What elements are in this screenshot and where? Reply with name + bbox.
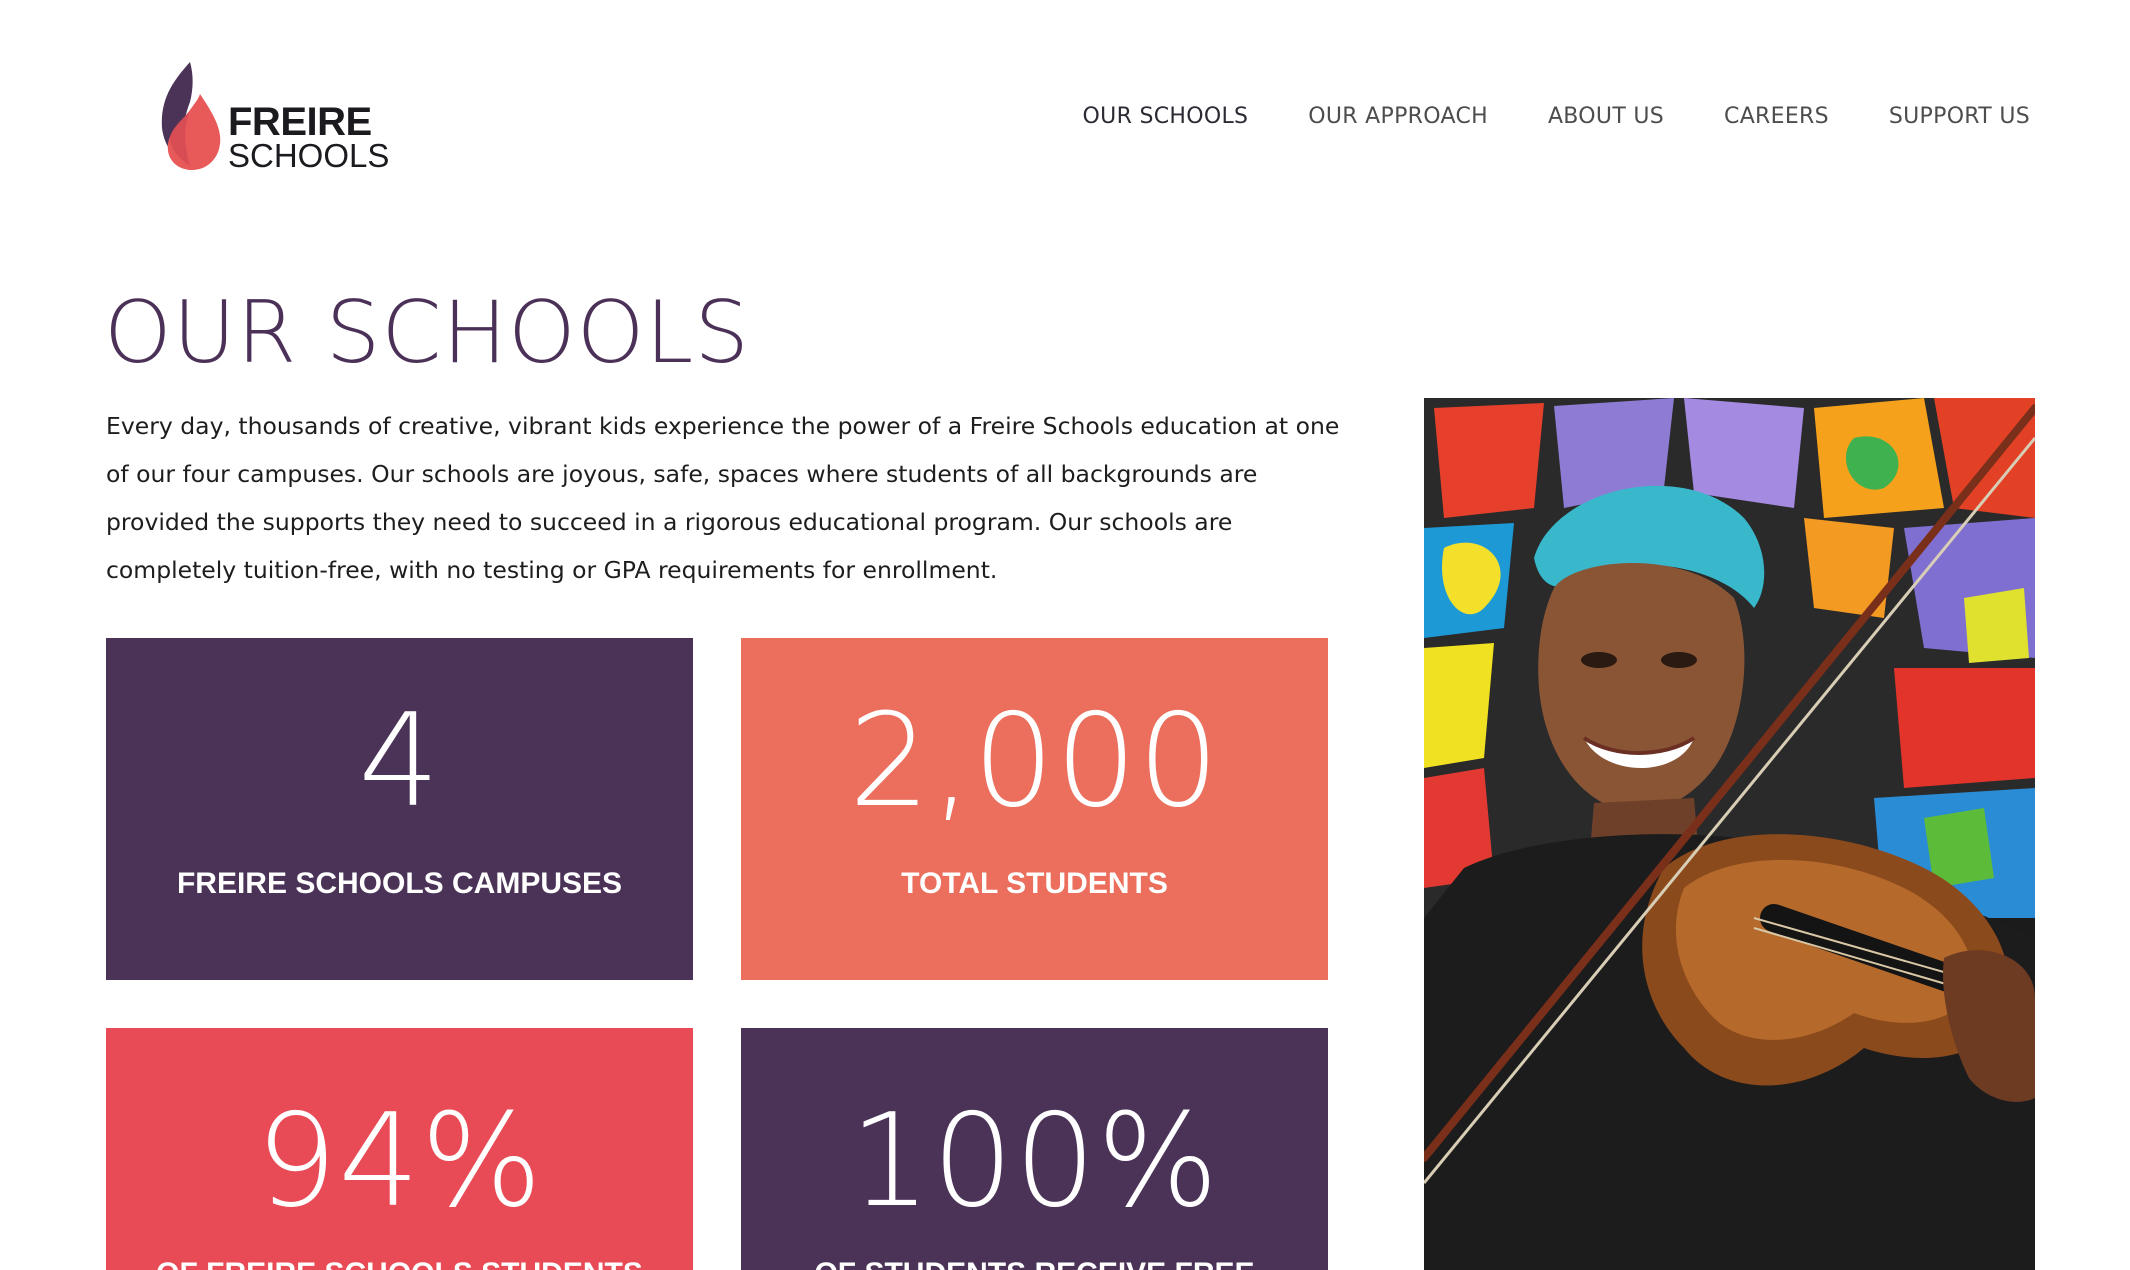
student-violin-photo [1424, 398, 2035, 1270]
stat-card-percent-94: 94% OF FREIRE SCHOOLS STUDENTS ARE [106, 1028, 693, 1270]
intro-paragraph: Every day, thousands of creative, vibran… [106, 412, 1340, 584]
stat-value: 100% [849, 1087, 1220, 1236]
stat-card-campuses: 4 FREIRE SCHOOLS CAMPUSES [106, 638, 693, 980]
stat-label: FREIRE SCHOOLS CAMPUSES [176, 867, 623, 900]
stat-label: OF FREIRE SCHOOLS STUDENTS ARE [126, 1256, 673, 1270]
nav-our-schools[interactable]: OUR SCHOOLS [1083, 104, 1249, 129]
stat-label: TOTAL STUDENTS [901, 867, 1168, 900]
logo-line-1: FREIRE [228, 100, 372, 144]
photo-illustration [1424, 398, 2035, 1270]
stat-value: 4 [358, 687, 441, 836]
main-nav: OUR SCHOOLS OUR APPROACH ABOUT US CAREER… [1083, 104, 2030, 129]
stat-card-percent-100: 100% OF STUDENTS RECEIVE FREE [741, 1028, 1328, 1270]
flame-icon [161, 62, 221, 170]
freire-schools-logo[interactable]: FREIRE SCHOOLS [160, 62, 389, 172]
logo-wordmark: FREIRE SCHOOLS [228, 102, 389, 172]
site-header: FREIRE SCHOOLS OUR SCHOOLS OUR APPROACH … [0, 0, 2130, 240]
nav-careers[interactable]: CAREERS [1724, 104, 1829, 129]
stat-value: 94% [255, 1087, 544, 1236]
nav-about-us[interactable]: ABOUT US [1548, 104, 1664, 129]
nav-our-approach[interactable]: OUR APPROACH [1308, 104, 1488, 129]
nav-support-us[interactable]: SUPPORT US [1889, 104, 2030, 129]
stat-value: 2,000 [848, 687, 1221, 836]
stat-card-students: 2,000 TOTAL STUDENTS [741, 638, 1328, 980]
logo-line-2: SCHOOLS [228, 137, 390, 174]
page-title: OUR SCHOOLS [104, 283, 750, 383]
stat-label: OF STUDENTS RECEIVE FREE [761, 1256, 1308, 1270]
